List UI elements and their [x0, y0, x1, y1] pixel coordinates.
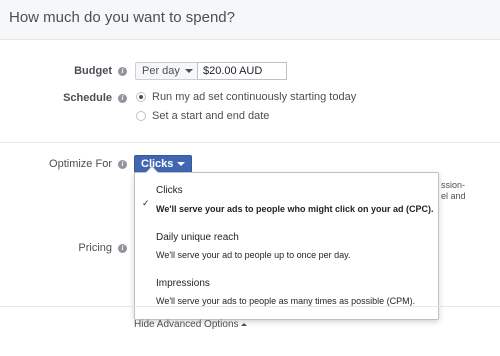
- hide-advanced-options-link[interactable]: Hide Advanced Options: [134, 319, 247, 330]
- budget-period-value: Per day: [142, 65, 180, 77]
- menu-option-impressions[interactable]: Impressions We'll serve your ads to peop…: [135, 275, 438, 313]
- run-continuously-radio[interactable]: [136, 92, 146, 102]
- chevron-down-icon: [184, 69, 193, 74]
- pricing-info-icon[interactable]: i: [118, 244, 127, 253]
- menu-option-description: We'll serve your ads to people as many t…: [156, 296, 416, 306]
- section-header: How much do you want to spend?: [0, 0, 500, 40]
- start-end-date-label[interactable]: Set a start and end date: [152, 110, 269, 122]
- obscured-text-line-2: el and: [441, 191, 466, 201]
- obscured-text-line-1: ssion-: [441, 180, 466, 190]
- budget-info-icon[interactable]: i: [118, 67, 127, 76]
- budget-schedule-panel: How much do you want to spend? Budget i …: [0, 0, 500, 356]
- optimize-for-dropdown-button[interactable]: Clicks: [134, 155, 193, 173]
- schedule-label: Schedule: [63, 92, 112, 104]
- menu-option-description: We'll serve your ad to people up to once…: [156, 250, 351, 260]
- pricing-label: Pricing: [78, 242, 112, 254]
- section-divider: [0, 306, 500, 307]
- checkmark-icon: ✓: [142, 198, 150, 208]
- chevron-down-icon: [177, 162, 186, 167]
- chevron-up-icon: [240, 322, 247, 326]
- menu-option-description: We'll serve your ads to people who might…: [156, 204, 434, 214]
- optimize-for-menu: ✓ Clicks We'll serve your ads to people …: [134, 166, 439, 320]
- optimize-info-icon[interactable]: i: [118, 160, 127, 169]
- menu-option-clicks[interactable]: ✓ Clicks We'll serve your ads to people …: [135, 183, 438, 221]
- budget-period-select[interactable]: Per day: [135, 62, 200, 80]
- hide-advanced-options-label: Hide Advanced Options: [134, 319, 239, 330]
- section-divider: [0, 142, 500, 143]
- menu-option-title: Clicks: [156, 185, 183, 196]
- schedule-info-icon[interactable]: i: [118, 94, 127, 103]
- start-end-date-radio[interactable]: [136, 111, 146, 121]
- menu-option-title: Daily unique reach: [156, 232, 239, 243]
- optimize-for-label: Optimize For: [49, 158, 112, 170]
- budget-amount-input[interactable]: $20.00 AUD: [197, 62, 287, 80]
- run-continuously-label[interactable]: Run my ad set continuously starting toda…: [152, 91, 356, 103]
- budget-label: Budget: [74, 65, 112, 77]
- menu-option-title: Impressions: [156, 278, 210, 289]
- section-title: How much do you want to spend?: [9, 9, 235, 26]
- menu-option-daily-unique-reach[interactable]: Daily unique reach We'll serve your ad t…: [135, 229, 438, 267]
